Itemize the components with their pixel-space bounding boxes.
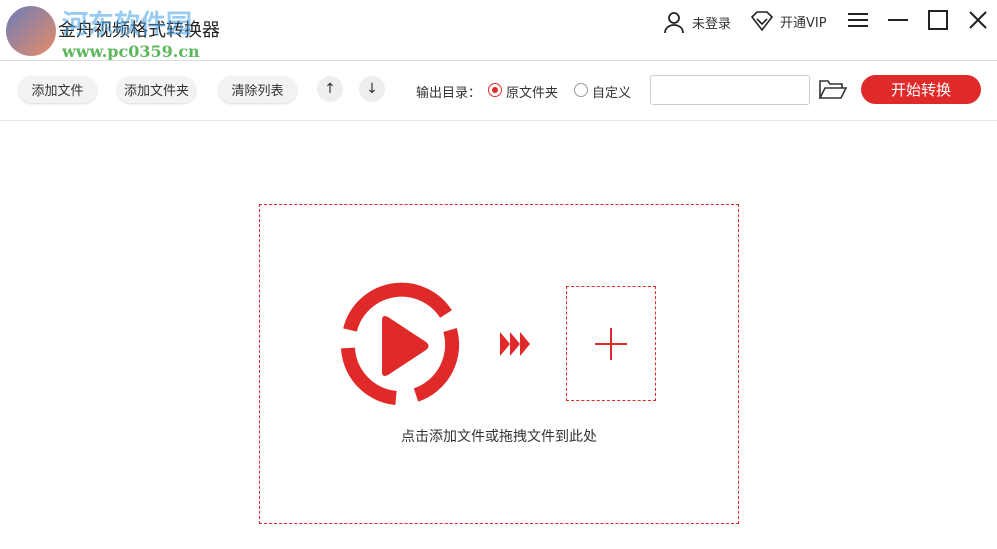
source-folder-label[interactable]: 原文件夹 — [506, 82, 558, 101]
menu-button[interactable] — [846, 8, 870, 32]
drop-zone[interactable] — [259, 204, 739, 524]
watermark-url: www.pc0359.cn — [62, 42, 200, 61]
move-down-button[interactable]: ↓ — [359, 76, 385, 102]
output-path-input[interactable] — [650, 75, 810, 105]
maximize-button[interactable] — [926, 8, 950, 32]
video-convert-icon — [341, 282, 460, 405]
add-file-button[interactable]: 添加文件 — [18, 76, 97, 103]
minimize-icon — [888, 19, 908, 21]
add-folder-button[interactable]: 添加文件夹 — [117, 76, 196, 103]
browse-folder-button[interactable] — [818, 78, 848, 104]
vip-label: 开通VIP — [780, 15, 827, 31]
close-button[interactable] — [966, 8, 990, 32]
menu-icon — [848, 13, 868, 27]
radio-custom[interactable] — [574, 83, 588, 97]
clear-list-button[interactable]: 清除列表 — [218, 76, 297, 103]
radio-source-folder[interactable] — [488, 83, 502, 97]
close-icon — [969, 11, 987, 29]
arrow-down-icon: ↓ — [366, 81, 378, 97]
move-up-button[interactable]: ↑ — [317, 76, 343, 102]
watermark-name: 河东软件园 — [62, 10, 193, 40]
plus-icon — [595, 327, 627, 360]
divider — [0, 120, 997, 121]
login-button[interactable]: 未登录 — [662, 10, 731, 34]
app-logo — [6, 6, 56, 56]
minimize-button[interactable] — [886, 8, 910, 32]
forward-arrows-icon — [500, 332, 530, 356]
output-dir-label: 输出目录： — [416, 86, 482, 101]
custom-label[interactable]: 自定义 — [592, 82, 631, 101]
diamond-icon — [750, 11, 774, 32]
arrow-up-icon: ↑ — [324, 81, 336, 97]
add-file-box[interactable] — [566, 286, 656, 401]
start-convert-button[interactable]: 开始转换 — [861, 75, 981, 104]
user-icon — [664, 12, 684, 34]
maximize-icon — [928, 10, 948, 30]
login-label: 未登录 — [692, 16, 732, 32]
vip-button[interactable]: 开通VIP — [750, 10, 827, 32]
divider — [0, 60, 997, 61]
folder-open-icon — [818, 80, 848, 99]
drop-hint: 点击添加文件或拖拽文件到此处 — [401, 429, 597, 445]
